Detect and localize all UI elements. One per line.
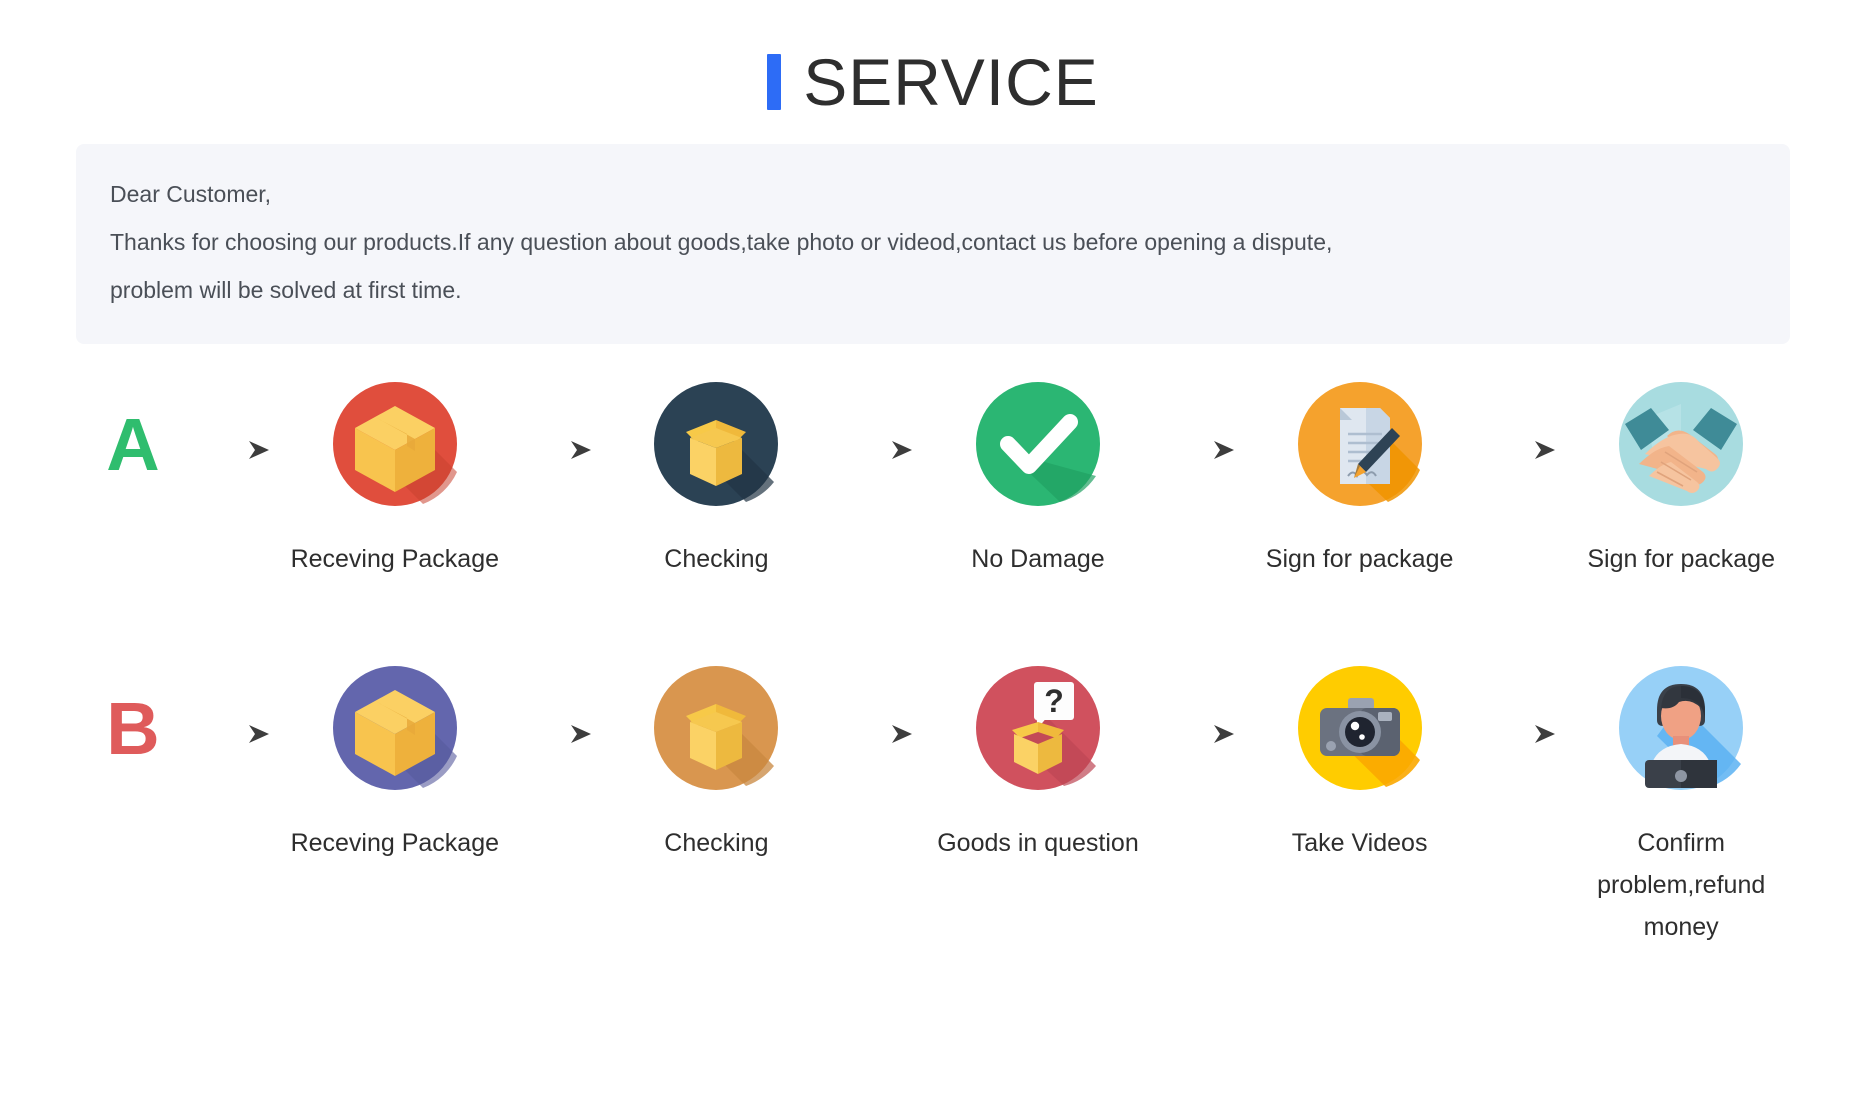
step-a-2[interactable]: Checking [602, 380, 832, 580]
step-label: Sign for package [1265, 545, 1454, 573]
flow-row-a: A Receving Package Checking No Damage Si… [0, 380, 1866, 580]
right-arrow-icon [518, 725, 591, 743]
svg-text:?: ? [1044, 683, 1064, 719]
right-arrow-icon [840, 441, 913, 459]
customer-notice-box: Dear Customer, Thanks for choosing our p… [76, 144, 1790, 344]
service-page: SERVICE Dear Customer, Thanks for choosi… [0, 0, 1866, 1104]
step-b-4[interactable]: Take Videos [1245, 664, 1475, 864]
step-a-3[interactable]: No Damage [923, 380, 1153, 580]
step-a-5[interactable]: Sign for package [1566, 380, 1796, 580]
step-b-3[interactable]: ? Goods in question [923, 664, 1153, 864]
step-label: Checking [664, 545, 769, 573]
page-title-text: SERVICE [803, 45, 1099, 119]
right-arrow-icon [1161, 441, 1234, 459]
arrow-a-0 [188, 380, 280, 462]
arrow-a-4 [1474, 380, 1566, 462]
arrow-a-3 [1153, 380, 1245, 462]
step-label: Checking [664, 829, 769, 857]
flow-badge-b-letter: B [106, 687, 160, 770]
arrow-b-2 [831, 664, 923, 746]
step-a-4[interactable]: Sign for package [1245, 380, 1475, 580]
page-title: SERVICE [0, 0, 1866, 120]
flow-badge-a-letter: A [106, 403, 160, 486]
arrow-b-0 [188, 664, 280, 746]
step-b-2[interactable]: Checking [602, 664, 832, 864]
camera-icon [1296, 664, 1424, 792]
closed-box-icon [331, 664, 459, 792]
arrow-a-2 [831, 380, 923, 462]
step-label: Goods in question [937, 829, 1139, 857]
arrow-b-3 [1153, 664, 1245, 746]
arrow-a-1 [510, 380, 602, 462]
arrow-b-1 [510, 664, 602, 746]
flow-badge-a: A [78, 380, 188, 482]
right-arrow-icon [1161, 725, 1234, 743]
step-label: No Damage [971, 545, 1105, 573]
right-arrow-icon [518, 441, 591, 459]
check-mark-icon [974, 380, 1102, 508]
right-arrow-icon [1483, 725, 1556, 743]
document-pen-icon [1296, 380, 1424, 508]
notice-line-1: Dear Customer, [110, 181, 272, 207]
handshake-icon [1617, 380, 1745, 508]
arrow-b-4 [1474, 664, 1566, 746]
open-box-icon [652, 664, 780, 792]
step-a-1[interactable]: Receving Package [280, 380, 510, 580]
closed-box-icon [331, 380, 459, 508]
step-b-5[interactable]: Confirm problem,refund money [1566, 664, 1796, 948]
step-label: Sign for package [1587, 545, 1775, 573]
step-label: Confirm problem,refund money [1597, 829, 1766, 941]
support-person-icon [1617, 664, 1745, 792]
right-arrow-icon [197, 441, 269, 459]
question-box-icon: ? [974, 664, 1102, 792]
step-b-1[interactable]: Receving Package [280, 664, 510, 864]
step-label: Receving Package [290, 545, 500, 573]
flow-badge-b: B [78, 664, 188, 766]
right-arrow-icon [840, 725, 913, 743]
flow-row-b: B Receving Package Checking ? Goods in q… [0, 664, 1866, 948]
step-label: Receving Package [290, 829, 500, 857]
right-arrow-icon [197, 725, 269, 743]
notice-line-3: problem will be solved at first time. [110, 277, 462, 303]
title-accent-bar [767, 54, 782, 110]
notice-line-2: Thanks for choosing our products.If any … [110, 229, 1333, 255]
open-box-icon [652, 380, 780, 508]
right-arrow-icon [1483, 441, 1556, 459]
step-label: Take Videos [1291, 829, 1428, 857]
